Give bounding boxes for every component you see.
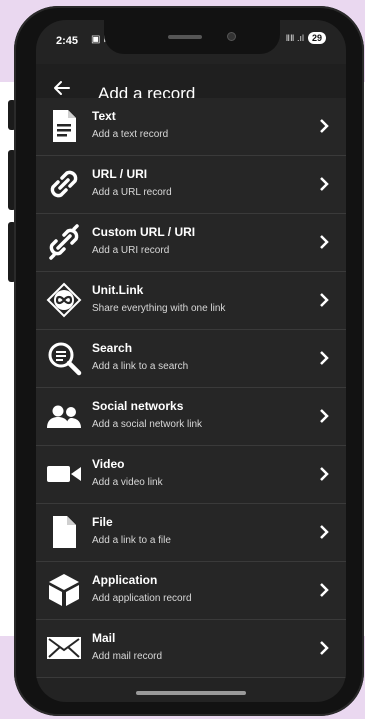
link-icon	[50, 170, 78, 198]
list-item-file[interactable]: File Add a link to a file	[36, 504, 346, 562]
list-item-search[interactable]: Search Add a link to a search	[36, 330, 346, 388]
item-title: Mail	[92, 631, 116, 645]
chevron-right-icon	[320, 525, 329, 539]
list-item-text[interactable]: Text Add a text record	[36, 98, 346, 156]
item-title: Search	[92, 341, 133, 355]
list-item-unit-link[interactable]: Unit.Link Share everything with one link	[36, 272, 346, 330]
chevron-right-icon	[320, 177, 329, 191]
chevron-right-icon	[320, 467, 329, 481]
record-type-list: Text Add a text record URL / URI Add a U…	[36, 98, 346, 678]
status-right-icons: ⅡⅡ .ıl 29	[286, 32, 326, 44]
item-subtitle: Add mail record	[92, 651, 163, 662]
item-title: URL / URI	[92, 167, 148, 181]
item-title: Video	[92, 457, 125, 471]
item-subtitle: Add a URI record	[92, 245, 170, 256]
speaker-grille	[168, 35, 202, 39]
item-subtitle: Add a text record	[92, 129, 169, 140]
infinity-icon	[46, 282, 82, 318]
status-time: 2:45	[56, 35, 79, 47]
document-icon	[53, 110, 76, 142]
back-arrow-icon[interactable]	[52, 78, 72, 98]
phone-screen: 2:45 ▣ ⋈ ⅡⅡ .ıl 29 Add a record Text Add…	[36, 20, 346, 702]
cube-icon	[49, 574, 79, 606]
people-icon	[47, 405, 81, 428]
chevron-right-icon	[320, 583, 329, 597]
item-subtitle: Add a video link	[92, 477, 163, 488]
list-item-application[interactable]: Application Add application record	[36, 562, 346, 620]
item-title: File	[92, 515, 113, 529]
signal-icon: ⅡⅡ .ıl	[285, 32, 304, 43]
list-item-mail[interactable]: Mail Add mail record	[36, 620, 346, 678]
item-subtitle: Add a link to a file	[92, 535, 171, 546]
item-title: Custom URL / URI	[92, 225, 196, 239]
item-title: Text	[92, 109, 116, 123]
chevron-right-icon	[320, 119, 329, 133]
chevron-right-icon	[320, 409, 329, 423]
item-subtitle: Add a link to a search	[92, 361, 189, 372]
chevron-right-icon	[320, 235, 329, 249]
item-title: Application	[92, 573, 158, 587]
home-indicator[interactable]	[136, 691, 246, 695]
camera-notch	[104, 20, 280, 54]
item-title: Unit.Link	[92, 283, 144, 297]
chevron-right-icon	[320, 351, 329, 365]
envelope-icon	[47, 637, 81, 659]
item-subtitle: Add application record	[92, 593, 192, 604]
item-subtitle: Share everything with one link	[92, 303, 226, 314]
list-item-social[interactable]: Social networks Add a social network lin…	[36, 388, 346, 446]
front-camera	[227, 32, 236, 41]
file-icon	[53, 516, 76, 548]
search-icon	[48, 342, 82, 376]
chevron-right-icon	[320, 293, 329, 307]
list-item-custom-url[interactable]: Custom URL / URI Add a URI record	[36, 214, 346, 272]
video-camera-icon	[47, 466, 81, 482]
item-subtitle: Add a URL record	[92, 187, 172, 198]
item-subtitle: Add a social network link	[92, 419, 203, 430]
broken-link-icon	[49, 224, 79, 260]
chevron-right-icon	[320, 641, 329, 655]
battery-badge: 29	[307, 32, 326, 44]
item-title: Social networks	[92, 399, 184, 413]
list-item-url[interactable]: URL / URI Add a URL record	[36, 156, 346, 214]
list-item-video[interactable]: Video Add a video link	[36, 446, 346, 504]
